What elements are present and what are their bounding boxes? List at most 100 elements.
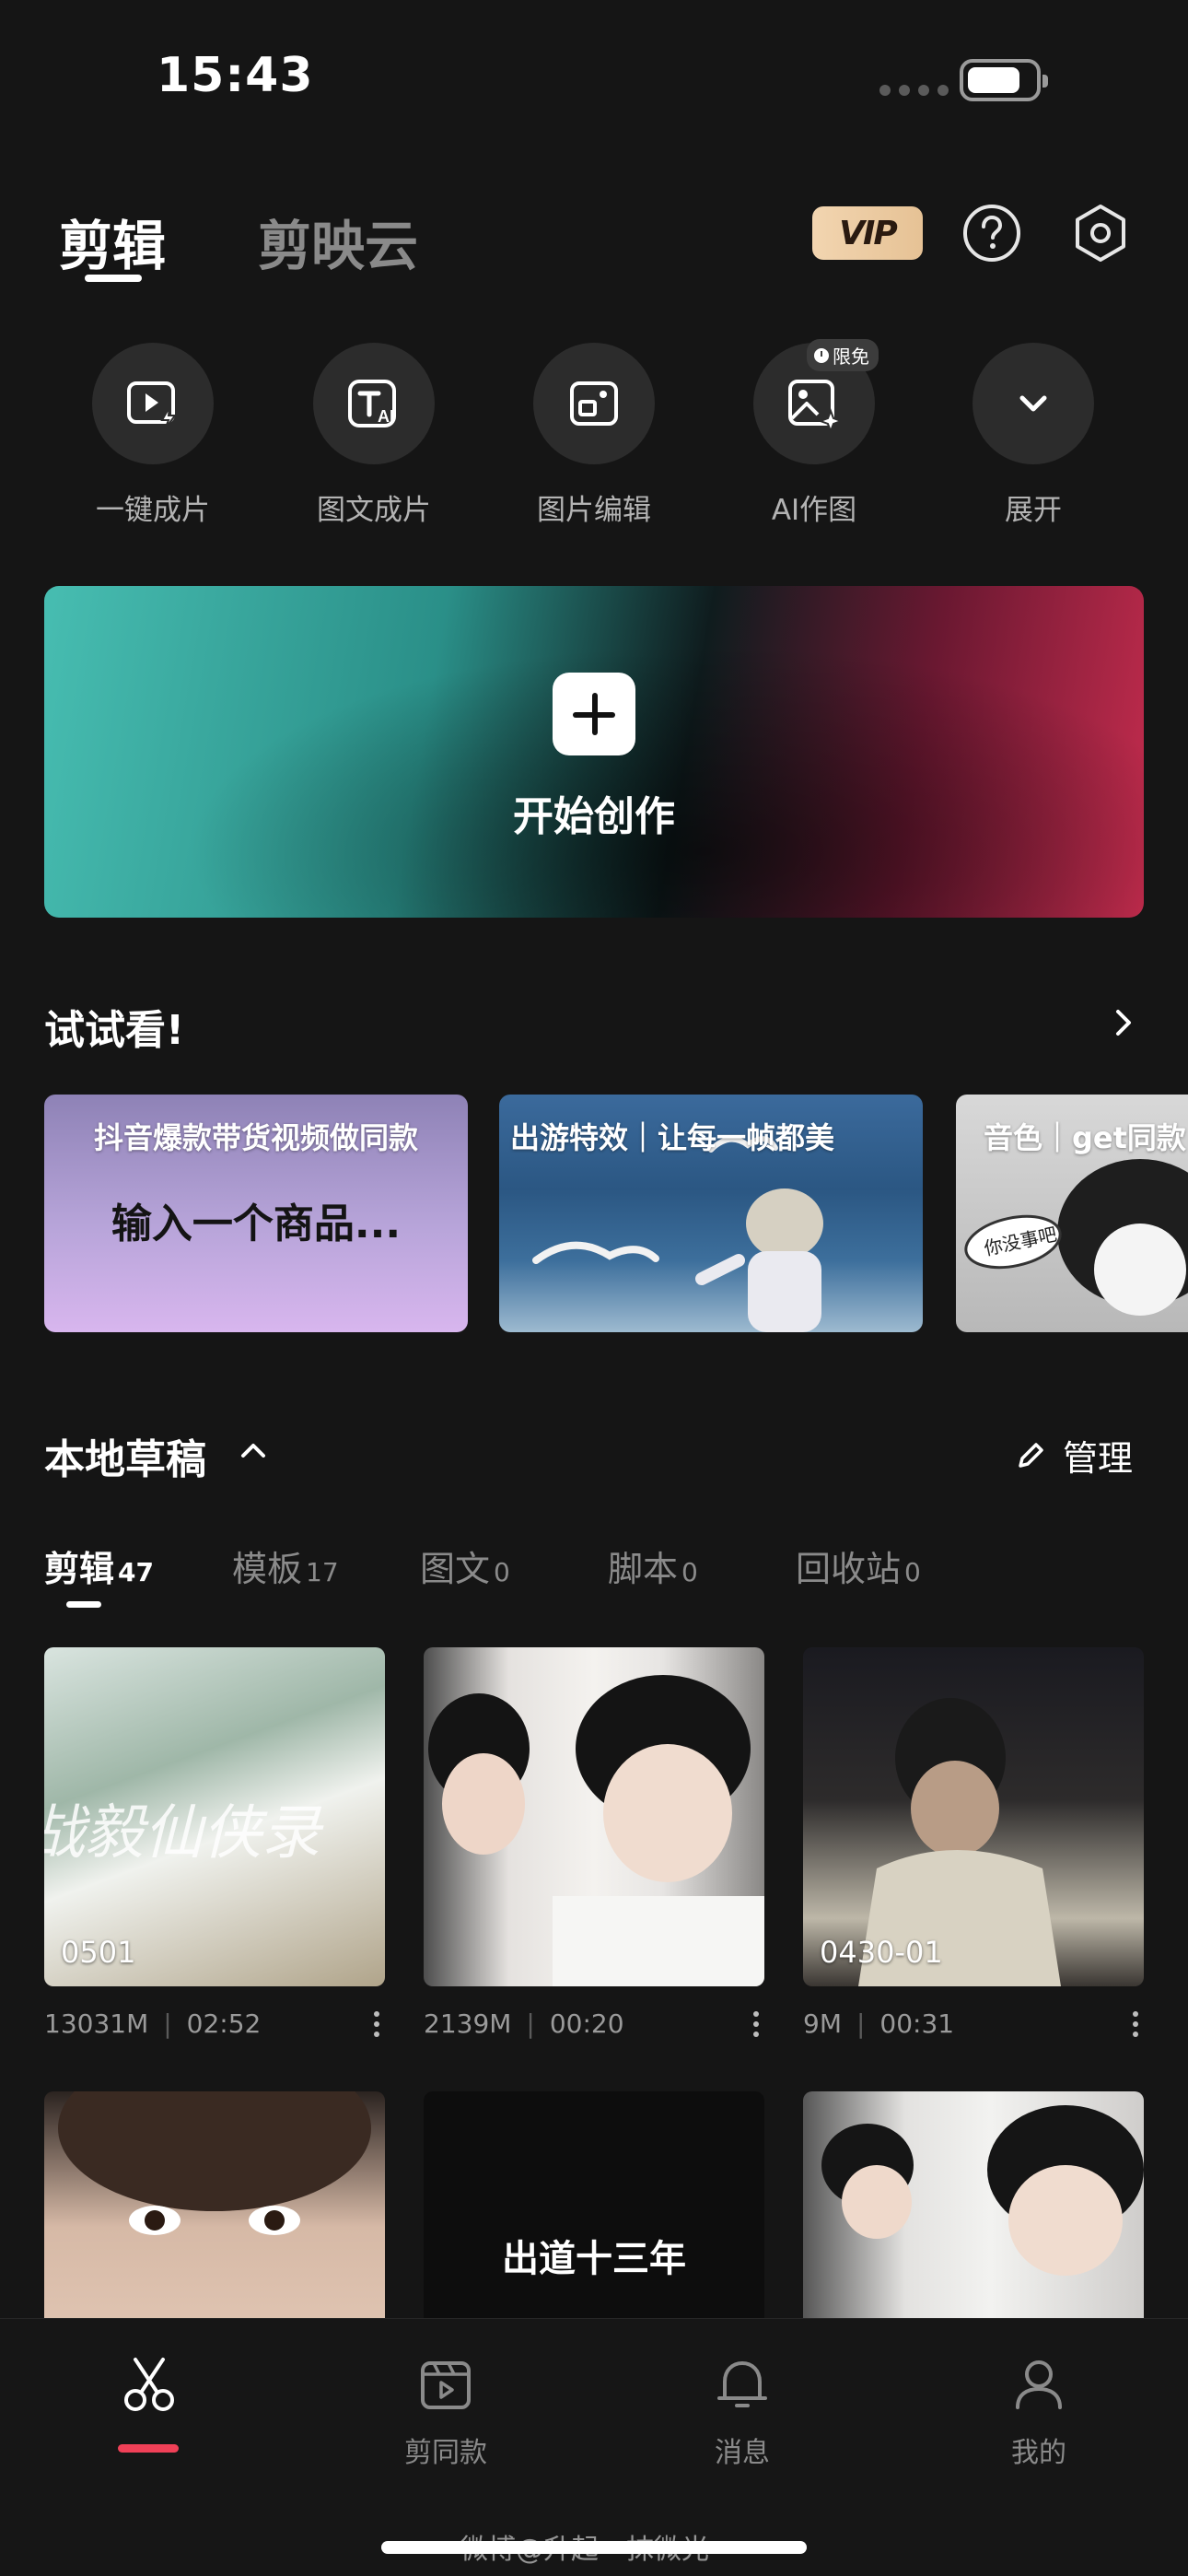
draft-size: 2139M	[424, 2008, 512, 2039]
try-card[interactable]: 抖音爆款带货视频做同款 输入一个商品...	[44, 1095, 468, 1332]
tab-label: 回收站	[796, 1549, 902, 1589]
watermark: 微博@升起一抹微光	[460, 2534, 709, 2566]
try-card[interactable]: 出游特效｜让每一帧都美	[499, 1095, 923, 1332]
draft-duration: 00:20	[549, 2008, 624, 2039]
draft-duration: 02:52	[186, 2008, 262, 2039]
try-section-title: 试试看!	[44, 1007, 185, 1054]
draft-name: 0501	[61, 1935, 136, 1970]
portrait-image	[428, 1675, 764, 1986]
signal-icon	[879, 85, 949, 96]
draft-item[interactable]: 2139M | 00:20	[424, 1647, 764, 2039]
tab-count: 0	[494, 1557, 510, 1587]
vip-button[interactable]: VIP	[812, 206, 923, 260]
person-icon	[1016, 2360, 1062, 2409]
tool-label: 图文成片	[317, 494, 431, 527]
draft-size: 9M	[803, 2008, 842, 2039]
thumb-overlay-text: 出道十三年	[502, 2238, 686, 2280]
more-icon[interactable]	[1133, 2010, 1138, 2037]
tool-text-to-video[interactable]: AI 图文成片	[282, 343, 466, 528]
draft-meta: 2139M | 00:20	[424, 2008, 764, 2039]
draft-item[interactable]: 战毅仙侠录 0501 13031M | 02:52	[44, 1647, 385, 2039]
tool-label: 展开	[1005, 494, 1062, 527]
try-cards: 抖音爆款带货视频做同款 输入一个商品... 出游特效｜让每一帧都美 你没事吧 音…	[44, 1095, 1188, 1334]
tab-label: 模板	[232, 1549, 303, 1589]
tool-one-click[interactable]: 一键成片	[61, 343, 245, 528]
nav-label: 剪同款	[404, 2437, 487, 2469]
tab-count: 17	[306, 1557, 339, 1587]
battery-icon	[960, 59, 1048, 101]
status-bar: 15:43	[0, 0, 1188, 157]
tab-count: 0	[681, 1557, 698, 1587]
more-icon[interactable]	[753, 2010, 759, 2037]
tab-drafts-edit[interactable]: 剪辑 47	[44, 1540, 154, 1591]
tool-text-to-video-circle: AI	[313, 343, 435, 464]
draft-size: 13031M	[44, 2008, 149, 2039]
try-card-title: 音色｜get同款	[984, 1120, 1186, 1155]
help-icon[interactable]	[961, 203, 1022, 263]
tab-drafts-text[interactable]: 图文 0	[420, 1540, 510, 1591]
tool-ai-image-circle: 限免	[753, 339, 879, 464]
try-card-title: 抖音爆款带货视频做同款	[93, 1120, 418, 1155]
nav-profile[interactable]: 我的	[947, 2352, 1131, 2470]
pencil-icon	[1019, 1442, 1043, 1468]
draft-item[interactable]: 0430-01 9M | 00:31	[803, 1647, 1144, 2039]
manage-label: 管理	[1063, 1438, 1134, 1479]
try-card-title: 出游特效｜让每一帧都美	[509, 1120, 834, 1155]
tab-cloud[interactable]: 剪映云	[258, 203, 418, 280]
tab-edit-underline	[85, 275, 142, 282]
tab-label: 图文	[420, 1549, 491, 1589]
draft-thumbnail: 0430-01	[803, 1647, 1144, 1986]
vip-label: VIP	[839, 214, 898, 252]
tool-label: AI作图	[771, 494, 857, 527]
tab-drafts-trash[interactable]: 回收站 0	[796, 1540, 921, 1591]
tool-one-click-circle	[92, 343, 214, 464]
start-create-label: 开始创作	[513, 793, 675, 840]
tab-drafts-template[interactable]: 模板 17	[232, 1540, 339, 1591]
tab-drafts-script[interactable]: 脚本 0	[608, 1540, 698, 1591]
try-card-subtitle: 输入一个商品...	[111, 1200, 402, 1247]
settings-icon[interactable]	[1070, 203, 1131, 263]
nav-edit[interactable]	[57, 2352, 241, 2420]
more-icon[interactable]	[374, 2010, 379, 2037]
clock-icon	[814, 347, 829, 363]
draft-thumbnail: 战毅仙侠录 0501	[44, 1647, 385, 1986]
start-create-button[interactable]: 开始创作	[44, 586, 1144, 918]
tab-label: 剪辑	[44, 1549, 115, 1589]
drafts-title[interactable]: 本地草稿	[44, 1426, 206, 1485]
thumb-title-art: 战毅仙侠录	[44, 1799, 320, 1868]
tab-edit[interactable]: 剪辑	[59, 203, 166, 280]
chevron-up-icon[interactable]	[238, 1439, 269, 1461]
quick-tools: 一键成片 AI 图文成片 图片编辑 限免 AI作图 展开	[0, 339, 1188, 528]
chevron-down-icon	[1019, 395, 1047, 412]
tab-count: 0	[904, 1557, 921, 1587]
manage-button[interactable]: 管理	[1013, 1430, 1133, 1481]
draft-meta: 13031M | 02:52	[44, 2008, 385, 2039]
try-card[interactable]: 你没事吧 音色｜get同款	[956, 1095, 1188, 1332]
chevron-right-icon[interactable]	[1105, 1004, 1142, 1041]
image-edit-icon	[570, 381, 618, 426]
bell-icon	[717, 2361, 767, 2407]
badge-label: 限免	[833, 345, 869, 368]
tool-ai-image[interactable]: 限免 AI作图	[722, 339, 906, 528]
tool-expand[interactable]: 展开	[941, 343, 1125, 528]
tool-label: 图片编辑	[537, 494, 651, 527]
tool-label: 一键成片	[96, 494, 210, 527]
top-header: 剪辑 剪映云 VIP	[0, 184, 1188, 295]
plus-icon	[553, 673, 635, 755]
nav-label: 消息	[715, 2437, 770, 2469]
nav-messages[interactable]: 消息	[650, 2352, 834, 2470]
tool-image-edit[interactable]: 图片编辑	[502, 343, 686, 528]
tool-image-edit-circle	[533, 343, 655, 464]
scissors-icon	[124, 2358, 174, 2411]
draft-meta: 9M | 00:31	[803, 2008, 1144, 2039]
play-flash-icon	[127, 381, 177, 430]
nav-label: 我的	[1011, 2437, 1066, 2469]
text-ai-icon: AI	[348, 380, 396, 427]
free-badge: 限免	[807, 339, 879, 371]
ai-image-icon	[788, 380, 844, 433]
status-time: 15:43	[157, 48, 314, 103]
tool-expand-circle	[973, 343, 1094, 464]
nav-template[interactable]: 剪同款	[354, 2352, 538, 2470]
draft-thumbnail	[424, 1647, 764, 1986]
tab-count: 47	[118, 1557, 154, 1587]
